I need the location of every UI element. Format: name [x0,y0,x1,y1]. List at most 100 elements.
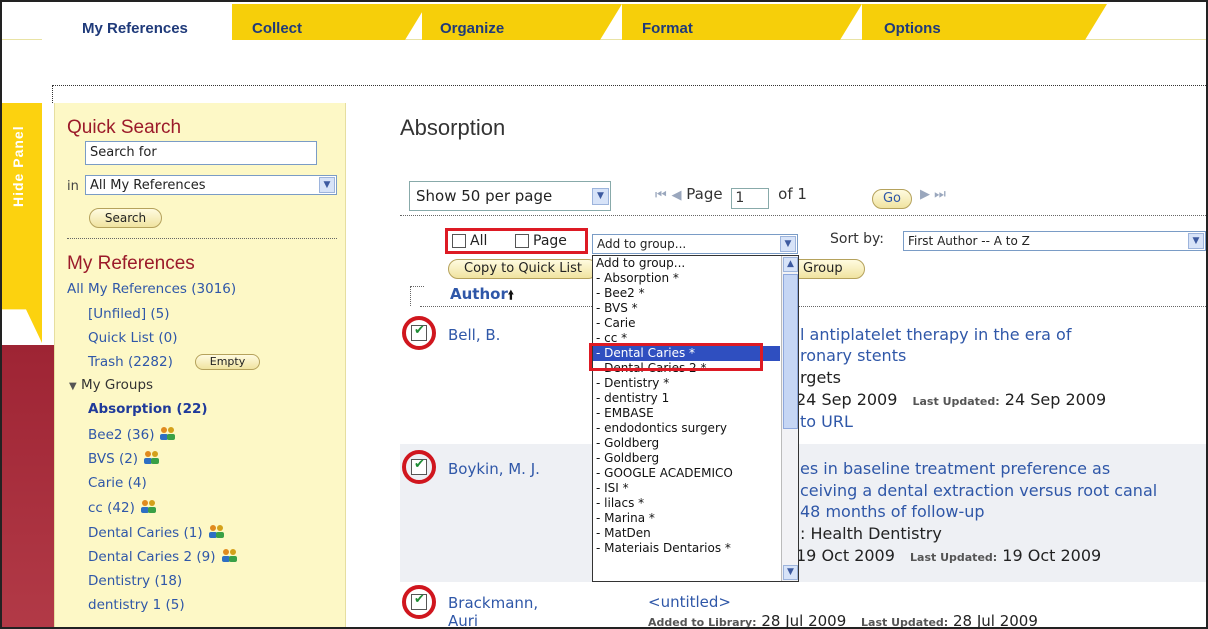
dropdown-option[interactable]: - BVS * [593,301,780,316]
sidebar-group-item[interactable]: cc (42) [88,499,158,516]
record-title[interactable]: ceiving a dental extraction versus root … [800,481,1157,500]
first-page-icon[interactable]: ⏮ [655,188,667,203]
sort-select[interactable]: First Author -- A to Z ▼ [903,231,1206,251]
tab-options[interactable]: Options [862,4,1107,40]
record-title[interactable]: l antiplatelet therapy in the era of [800,325,1071,344]
dropdown-option[interactable]: - endodontics surgery [593,421,780,436]
divider [410,286,424,306]
sidebar-group-item[interactable]: BVS (2) [88,450,161,467]
sidebar-group-item[interactable]: Dentistry (18) [88,573,182,589]
select-all-checkbox[interactable] [452,234,466,248]
dropdown-option[interactable]: Add to group... [593,256,780,271]
record-title[interactable]: es in baseline treatment preference as [800,459,1110,478]
record-title[interactable]: 48 months of follow-up [800,502,985,521]
record-dates: 19 Oct 2009 Last Updated: 19 Oct 2009 [796,546,1101,565]
dropdown-scrollbar[interactable]: ▲ ▼ [781,256,798,581]
dropdown-option[interactable]: - Marina * [593,511,780,526]
sidebar-item-trash[interactable]: Trash (2282) [88,354,173,370]
group-label: BVS (2) [88,451,139,467]
dropdown-option[interactable]: - dentistry 1 [593,391,780,406]
dropdown-option[interactable]: - ISI * [593,481,780,496]
tab-organize[interactable]: Organize [422,4,622,40]
dropdown-option[interactable]: - Dentistry * [593,376,780,391]
main-tab-bar: My References Collect Organize Format Op… [2,2,1206,40]
record-author[interactable]: Brackmann, [448,594,538,612]
record-dates: 24 Sep 2009 Last Updated: 24 Sep 2009 [796,390,1106,409]
add-to-group-select[interactable]: Add to group... ▼ [592,234,798,254]
quick-search-heading: Quick Search [67,117,182,138]
scroll-down-icon[interactable]: ▼ [783,565,798,580]
add-to-group-dropdown-list[interactable]: Add to group... - Absorption * - Bee2 * - B… [592,255,799,582]
per-page-value: Show 50 per page [416,187,553,205]
updated-date: 28 Jul 2009 [953,612,1038,629]
sidebar-group-item[interactable]: Dental Caries 2 (9) [88,548,239,565]
updated-date: 19 Oct 2009 [1002,546,1102,565]
add-to-group-value: Add to group... [597,237,687,251]
search-scope-select[interactable]: All My References ▼ [85,175,337,195]
search-button[interactable]: Search [89,208,162,228]
dropdown-option[interactable]: - EMBASE [593,406,780,421]
dropdown-option[interactable]: - Bee2 * [593,286,780,301]
search-input[interactable]: Search for [85,141,317,165]
per-page-select[interactable]: Show 50 per page ▼ [409,181,611,211]
record-author[interactable]: Auri [448,612,478,629]
record-url-link[interactable]: to URL [800,412,853,431]
tab-collect[interactable]: Collect [232,4,427,40]
tab-my-references[interactable]: My References [42,4,232,40]
my-groups-toggle[interactable]: ▼ My Groups [69,377,153,393]
dropdown-option[interactable]: - Absorption * [593,271,780,286]
hide-panel-label[interactable]: Hide Panel [0,106,36,226]
last-updated-label: Last Updated: [861,616,949,629]
dropdown-option[interactable]: - lilacs * [593,496,780,511]
sidebar-group-item[interactable]: Carie (4) [88,475,147,491]
my-references-heading: My References [67,253,195,274]
sidebar-group-item[interactable]: dentistry 1 (5) [88,597,185,613]
shared-group-icon [208,525,224,538]
last-page-icon[interactable]: ⏭ [934,187,946,202]
sidebar-item-quick-list[interactable]: Quick List (0) [88,330,177,346]
chevron-down-icon[interactable]: ▼ [780,236,796,252]
select-page-label: Page [533,233,567,249]
divider [420,306,1206,307]
chevron-down-icon[interactable]: ▼ [592,188,609,205]
dropdown-option[interactable]: - GOOGLE ACADEMICO [593,466,780,481]
left-decoration [2,345,54,629]
dropdown-option[interactable]: - Goldberg [593,451,780,466]
added-date: 28 Jul 2009 [761,612,847,629]
annotation-circle [402,585,436,619]
last-updated-label: Last Updated: [912,395,1000,408]
empty-trash-button[interactable]: Empty [195,354,260,370]
scroll-up-icon[interactable]: ▲ [783,257,798,272]
sidebar-item-all-references[interactable]: All My References (3016) [67,281,236,297]
sidebar-group-item[interactable]: Bee2 (36) [88,426,177,443]
shared-group-icon [144,451,160,464]
dropdown-option[interactable]: - Carie [593,316,780,331]
sort-ascending-icon: 🠙 [507,288,514,302]
author-column-header[interactable]: Author🠙 [450,285,514,307]
divider [67,238,337,239]
copy-to-quick-list-button[interactable]: Copy to Quick List [448,259,598,279]
record-title[interactable]: ronary stents [800,346,906,365]
record-title[interactable]: <untitled> [648,593,731,611]
sidebar-group-item[interactable]: Dental Caries (1) [88,524,226,541]
page-label: Page [686,185,723,203]
dropdown-option[interactable]: - Goldberg [593,436,780,451]
page-number-input[interactable]: 1 [731,188,770,209]
shared-group-icon [221,549,237,562]
shared-group-icon [140,500,156,513]
select-page-checkbox[interactable] [515,234,529,248]
sidebar-group-absorption[interactable]: Absorption (22) [88,401,208,417]
record-author[interactable]: Boykin, M. J. [448,460,540,478]
dropdown-option[interactable]: - MatDen [593,526,780,541]
next-page-icon[interactable]: ▶ [920,187,930,202]
record-author[interactable]: Bell, B. [448,326,500,344]
scroll-thumb[interactable] [783,274,798,429]
dropdown-option[interactable]: - Materiais Dentarios * [593,541,780,556]
chevron-down-icon[interactable]: ▼ [319,177,335,193]
go-button[interactable]: Go [872,189,912,209]
tab-format[interactable]: Format [622,4,862,40]
sidebar-item-unfiled[interactable]: [Unfiled] (5) [88,306,170,322]
prev-page-icon[interactable]: ◀ [671,188,681,203]
chevron-down-icon[interactable]: ▼ [1188,233,1204,249]
search-scope-value: All My References [90,178,206,193]
